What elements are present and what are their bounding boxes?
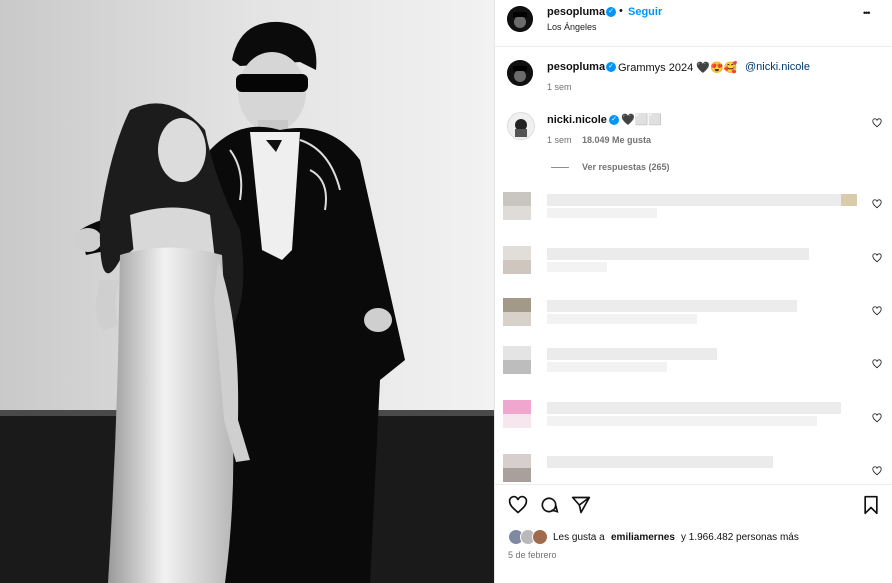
post-photo xyxy=(0,0,494,583)
caption-time[interactable]: 1 sem xyxy=(547,82,572,92)
caption-author[interactable]: pesopluma xyxy=(547,61,605,73)
author-avatar[interactable] xyxy=(507,6,533,32)
replies-line xyxy=(551,167,569,168)
like-comment-heart-icon[interactable] xyxy=(872,359,882,369)
verified-badge-icon: ✓ xyxy=(606,7,616,17)
like-comment-heart-icon[interactable] xyxy=(872,306,882,316)
save-bookmark-icon[interactable] xyxy=(862,495,880,515)
reply-author[interactable]: nicki.nicole xyxy=(547,114,607,126)
verified-badge-icon: ✓ xyxy=(609,115,619,125)
post-panel: pesopluma ✓ • Seguir Los Ángeles ••• pes… xyxy=(494,0,892,583)
like-comment-heart-icon[interactable] xyxy=(872,466,882,476)
author-username[interactable]: pesopluma xyxy=(547,6,605,18)
like-reply-heart-icon[interactable] xyxy=(872,118,882,128)
post-date[interactable]: 5 de febrero xyxy=(508,550,557,560)
verified-badge-icon: ✓ xyxy=(606,62,616,72)
divider xyxy=(495,484,892,485)
blurred-comment xyxy=(503,454,863,494)
reply-likes[interactable]: 18.049 Me gusta xyxy=(582,135,651,145)
follow-button[interactable]: Seguir xyxy=(628,6,662,18)
comment-icon[interactable] xyxy=(539,495,559,515)
separator-dot: • xyxy=(619,5,623,17)
like-comment-heart-icon[interactable] xyxy=(872,199,882,209)
share-icon[interactable] xyxy=(571,495,591,515)
like-heart-icon[interactable] xyxy=(508,495,528,515)
like-comment-heart-icon[interactable] xyxy=(872,413,882,423)
caption-mention-link[interactable]: @nicki.nicole xyxy=(745,61,810,73)
caption-text: Grammys 2024 🖤😍🥰 xyxy=(618,62,738,74)
post-image xyxy=(0,0,494,583)
blurred-comment xyxy=(503,400,863,440)
likes-user-link[interactable]: emiliamernes xyxy=(611,532,675,543)
likes-count[interactable]: y 1.966.482 personas más xyxy=(681,532,799,543)
reply-time[interactable]: 1 sem xyxy=(547,135,572,145)
reply-text: 🖤⬜⬜ xyxy=(621,114,663,126)
like-comment-heart-icon[interactable] xyxy=(872,253,882,263)
view-replies-button[interactable]: Ver respuestas (265) xyxy=(582,162,670,172)
blurred-comment xyxy=(503,298,863,338)
post-header: pesopluma ✓ • Seguir Los Ángeles ••• xyxy=(495,0,892,47)
caption-author-avatar[interactable] xyxy=(507,60,533,86)
blurred-comment xyxy=(503,246,863,286)
blurred-comment xyxy=(503,192,863,232)
likes-prefix: Les gusta a xyxy=(553,532,605,543)
more-options-icon[interactable]: ••• xyxy=(863,8,871,18)
blurred-comment xyxy=(503,346,863,386)
reply-author-avatar[interactable] xyxy=(507,112,535,140)
location-label[interactable]: Los Ángeles xyxy=(547,22,597,32)
